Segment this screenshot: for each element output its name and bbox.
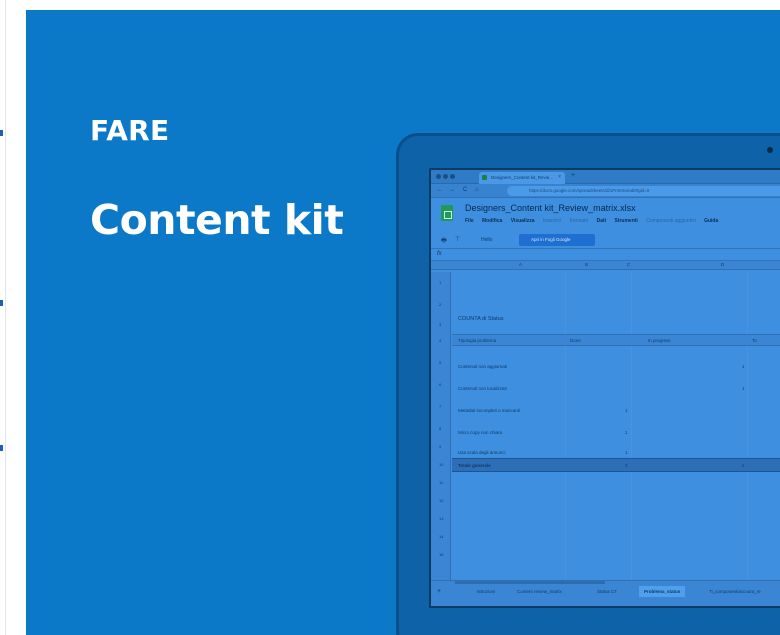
edge-marker — [0, 130, 3, 136]
total-row-label[interactable]: Totale generale — [458, 463, 491, 468]
menu-bar: File Modifica Visualizza Inserisci Forma… — [465, 218, 725, 224]
pivot-header-cell[interactable]: To — [752, 338, 757, 343]
tab-status-ct[interactable]: Status CT — [597, 589, 617, 594]
row-number[interactable]: 14 — [439, 534, 443, 539]
table-cell[interactable]: 1 — [742, 386, 745, 391]
column-header[interactable]: A — [519, 262, 522, 267]
table-row-label[interactable]: Contenuti non localizzati — [458, 386, 507, 391]
edge-marker — [0, 445, 3, 451]
window-maximize-dot[interactable] — [450, 174, 455, 179]
table-row-label[interactable]: Usa scala degli annunci — [458, 450, 506, 455]
home-icon[interactable]: ⌂ — [475, 187, 479, 193]
sheets-logo-icon[interactable] — [441, 205, 453, 221]
print-icon[interactable]: 🖶 — [441, 236, 447, 246]
hero-headline: Content kit — [90, 196, 344, 244]
menu-tools[interactable]: Strumenti — [614, 218, 637, 224]
row-number[interactable]: 2 — [439, 302, 441, 307]
menu-format[interactable]: Formato — [570, 218, 589, 224]
row-number[interactable]: 11 — [439, 480, 443, 485]
left-edge-strip — [0, 0, 6, 635]
column-divider — [565, 272, 566, 582]
sheets-favicon-icon — [482, 175, 487, 180]
browser-tab[interactable]: Designers_Content kit_Revie... × — [479, 172, 565, 184]
row-number[interactable]: 4 — [439, 338, 441, 343]
document-title[interactable]: Designers_Content kit_Review_matrix.xlsx — [465, 203, 636, 213]
row-number[interactable]: 7 — [439, 404, 441, 409]
row-number-column: 1 2 3 4 5 6 7 8 9 10 11 12 13 14 15 — [431, 272, 451, 582]
new-tab-button[interactable]: + — [571, 172, 575, 179]
row-number[interactable]: 8 — [439, 426, 441, 431]
menu-insert[interactable]: Inserisci — [543, 218, 561, 224]
tab-componenti[interactable]: Ti_componentiaccount_re — [709, 589, 761, 594]
total-cell[interactable]: 2 — [742, 463, 745, 468]
horizontal-scrollbar[interactable] — [455, 581, 605, 584]
total-row[interactable]: Totale generale 3 2 — [452, 458, 780, 472]
font-select[interactable]: Hello — [481, 237, 492, 243]
sheet-tabs-bar: + Istruzioni Content review_matrix Statu… — [431, 580, 780, 606]
window-minimize-dot[interactable] — [443, 174, 448, 179]
back-icon[interactable]: ← — [437, 187, 443, 193]
menu-view[interactable]: Visualizza — [511, 218, 535, 224]
column-header[interactable]: D — [721, 262, 724, 267]
browser-urlbar: ← → C ⌂ https://docs.google.com/spreadsh… — [431, 184, 780, 198]
formula-bar[interactable]: fx — [431, 249, 780, 261]
reload-icon[interactable]: C — [463, 187, 467, 193]
table-cell[interactable]: 1 — [625, 430, 628, 435]
filter-icon[interactable]: ⊤ — [455, 236, 460, 243]
laptop-mockup: Designers_Content kit_Revie... × + ← → C… — [396, 133, 780, 635]
table-cell[interactable]: 1 — [625, 408, 628, 413]
row-number[interactable]: 6 — [439, 382, 441, 387]
pivot-title[interactable]: COUNTA di Status — [458, 316, 503, 322]
total-cell[interactable]: 3 — [625, 463, 628, 468]
hero-eyebrow: FARE — [90, 114, 170, 147]
row-number[interactable]: 9 — [439, 444, 441, 449]
browser-tab-title: Designers_Content kit_Revie... — [491, 175, 554, 180]
menu-help[interactable]: Guida — [704, 218, 718, 224]
row-number[interactable]: 1 — [439, 280, 441, 285]
table-row-label[interactable]: Metadati incompleti o mancanti — [458, 408, 520, 413]
tab-problema-status[interactable]: Problema_status — [639, 586, 686, 597]
pivot-header-cell[interactable]: Tipologia problema — [458, 338, 496, 343]
open-in-sheets-button[interactable]: Apri in Fogli Google — [519, 234, 595, 246]
table-cell[interactable]: 1 — [625, 450, 628, 455]
laptop-screen: Designers_Content kit_Revie... × + ← → C… — [429, 168, 780, 608]
forward-icon[interactable]: → — [449, 187, 455, 193]
tab-close-icon[interactable]: × — [558, 174, 561, 180]
window-close-dot[interactable] — [436, 174, 441, 179]
tab-istruzioni[interactable]: Istruzioni — [477, 589, 495, 594]
menu-addons[interactable]: Componenti aggiuntivi — [646, 218, 695, 224]
column-divider — [631, 272, 632, 582]
table-cell[interactable]: 1 — [742, 364, 745, 369]
row-number[interactable]: 10 — [439, 462, 443, 467]
column-header[interactable]: C — [627, 262, 630, 267]
row-number[interactable]: 15 — [439, 552, 443, 557]
edge-marker — [0, 300, 3, 306]
cell-grid[interactable]: 1 2 3 4 5 6 7 8 9 10 11 12 13 14 15 COUN… — [431, 272, 780, 582]
sheet-toolbar: 🖶 ⊤ Hello Apri in Fogli Google — [431, 232, 780, 249]
tab-content-review[interactable]: Content review_matrix — [517, 589, 562, 594]
column-divider — [747, 272, 748, 582]
sheet-header: Designers_Content kit_Review_matrix.xlsx… — [431, 198, 780, 232]
row-number[interactable]: 5 — [439, 360, 441, 365]
camera-dot — [767, 147, 773, 153]
menu-file[interactable]: File — [465, 218, 474, 224]
row-number[interactable]: 12 — [439, 498, 443, 503]
column-header[interactable]: B — [585, 262, 588, 267]
row-number[interactable]: 3 — [439, 322, 441, 327]
column-header-row: A B C D E — [431, 261, 780, 270]
pivot-header-row: Tipologia problema Done In progress To — [452, 334, 780, 346]
pivot-header-cell[interactable]: In progress — [648, 338, 671, 343]
address-field[interactable]: https://docs.google.com/spreadsheets/d/1… — [507, 186, 780, 196]
table-row-label[interactable]: Micro copy non chiara — [458, 430, 502, 435]
row-number[interactable]: 13 — [439, 516, 443, 521]
menu-edit[interactable]: Modifica — [482, 218, 502, 224]
table-row-label[interactable]: Contenuti non aggiornati — [458, 364, 507, 369]
browser-tabbar: Designers_Content kit_Revie... × + — [431, 170, 780, 184]
fx-icon: fx — [437, 251, 442, 257]
hero-panel: FARE Content kit Designers_Content kit_R… — [26, 10, 780, 635]
menu-data[interactable]: Dati — [597, 218, 606, 224]
pivot-header-cell[interactable]: Done — [570, 338, 581, 343]
add-sheet-button[interactable]: + — [437, 588, 441, 595]
